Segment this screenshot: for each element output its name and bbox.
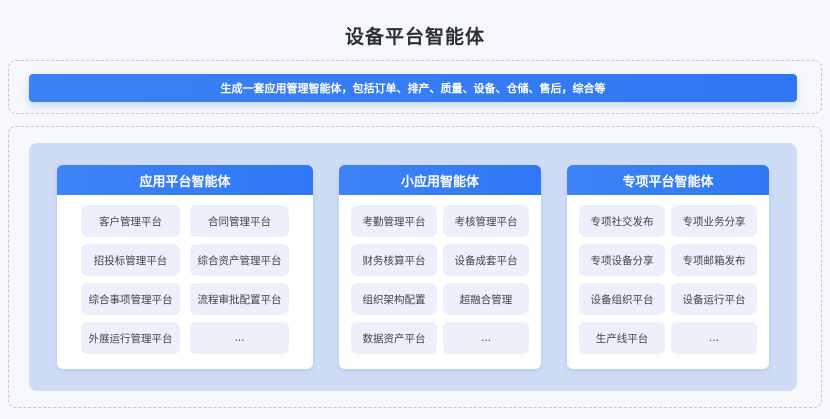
card-body: 专项社交发布 专项业务分享 专项设备分享 专项邮箱发布 设备组织平台 设备运行平… [567,195,769,364]
chip-item[interactable]: 综合资产管理平台 [190,244,289,276]
chip-item[interactable]: 生产线平台 [579,322,665,354]
chip-item[interactable]: 设备组织平台 [579,283,665,315]
chip-item[interactable]: 专项业务分享 [671,205,757,237]
chip-item[interactable]: 合同管理平台 [190,205,289,237]
chip-item[interactable]: 专项设备分享 [579,244,665,276]
card-small-app: 小应用智能体 考勤管理平台 考核管理平台 财务核算平台 设备成套平台 组织架构配… [339,165,541,369]
chip-more[interactable]: ... [443,322,529,354]
chip-item[interactable]: 考勤管理平台 [351,205,437,237]
page-title: 设备平台智能体 [344,26,485,48]
chip-item[interactable]: 专项社交发布 [579,205,665,237]
card-title: 应用平台智能体 [57,165,313,195]
chip-more[interactable]: ... [190,322,289,354]
card-app-platform: 应用平台智能体 客户管理平台 合同管理平台 招投标管理平台 综合资产管理平台 综… [57,165,313,369]
chip-more[interactable]: ... [671,322,757,354]
chip-item[interactable]: 数据资产平台 [351,322,437,354]
card-body: 客户管理平台 合同管理平台 招投标管理平台 综合资产管理平台 综合事项管理平台 … [57,195,313,364]
card-special-platform: 专项平台智能体 专项社交发布 专项业务分享 专项设备分享 专项邮箱发布 设备组织… [567,165,769,369]
chip-item[interactable]: 财务核算平台 [351,244,437,276]
chip-item[interactable]: 专项邮箱发布 [671,244,757,276]
chip-item[interactable]: 客户管理平台 [81,205,180,237]
card-body: 考勤管理平台 考核管理平台 财务核算平台 设备成套平台 组织架构配置 超融合管理… [339,195,541,364]
chip-item[interactable]: 综合事项管理平台 [81,283,180,315]
card-title: 专项平台智能体 [567,165,769,195]
summary-banner: 生成一套应用管理智能体，包括订单、排产、质量、设备、仓储、售后，综合等 [29,74,797,102]
top-dashed-frame: 生成一套应用管理智能体，包括订单、排产、质量、设备、仓储、售后，综合等 [8,60,822,114]
chip-item[interactable]: 设备运行平台 [671,283,757,315]
card-title: 小应用智能体 [339,165,541,195]
chip-item[interactable]: 组织架构配置 [351,283,437,315]
chip-item[interactable]: 超融合管理 [443,283,529,315]
platform-panel: 应用平台智能体 客户管理平台 合同管理平台 招投标管理平台 综合资产管理平台 综… [29,143,797,391]
bottom-dashed-frame: 应用平台智能体 客户管理平台 合同管理平台 招投标管理平台 综合资产管理平台 综… [8,126,822,408]
chip-item[interactable]: 流程审批配置平台 [190,283,289,315]
chip-item[interactable]: 考核管理平台 [443,205,529,237]
chip-item[interactable]: 设备成套平台 [443,244,529,276]
chip-item[interactable]: 外展运行管理平台 [81,322,180,354]
chip-item[interactable]: 招投标管理平台 [81,244,180,276]
